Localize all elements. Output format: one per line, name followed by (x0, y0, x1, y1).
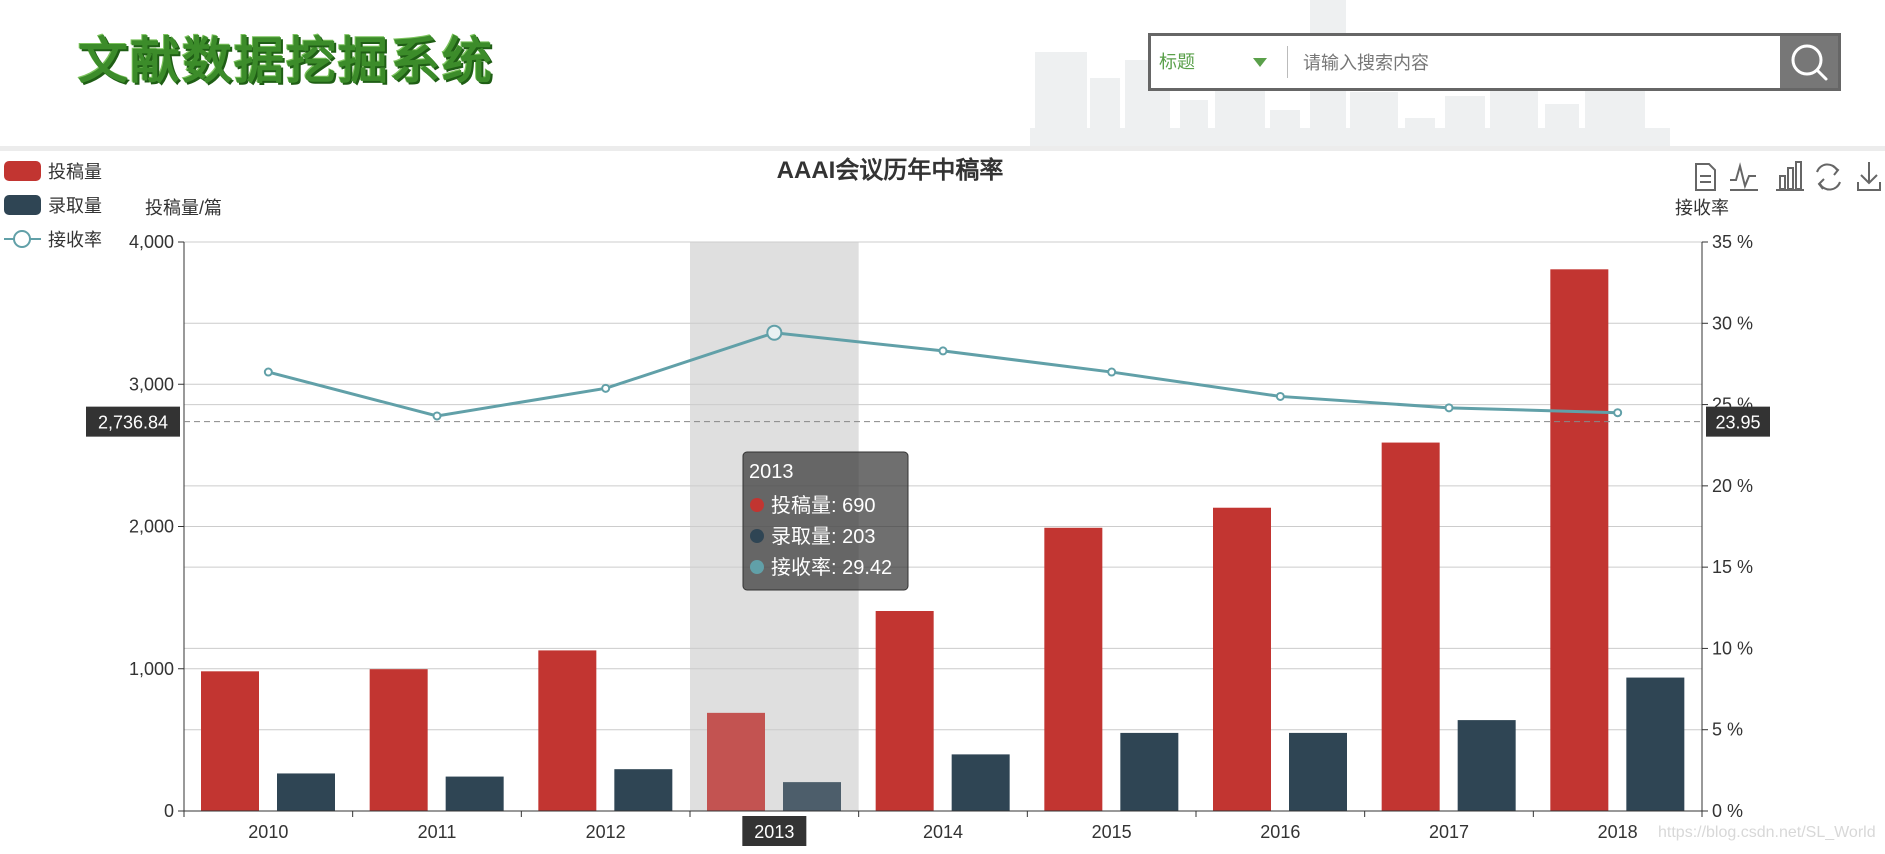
tooltip-row-submissions: 投稿量: 690 (771, 494, 875, 517)
y-right-pointer-label: 23.95 (1715, 413, 1760, 433)
tooltip-marker-submissions (750, 498, 764, 512)
y-right-tick-label: 10 % (1712, 638, 1753, 658)
bar-submissions (875, 610, 934, 811)
x-tick-label: 2013 (754, 822, 794, 842)
y-right-tick-label: 20 % (1712, 476, 1753, 496)
tooltip-marker-accepted (750, 529, 764, 543)
search-button[interactable] (1780, 36, 1838, 88)
legend-label-submissions: 投稿量 (48, 162, 102, 182)
tooltip-marker-rate (750, 560, 764, 574)
point-rate (1275, 391, 1285, 401)
bar-submissions (538, 650, 597, 811)
header: 文献数据挖掘系统 标题 (0, 0, 1885, 148)
bar-accepted (277, 773, 335, 811)
y-right-tick-label: 35 % (1712, 232, 1753, 252)
bar-accepted (614, 769, 673, 811)
legend-item-accepted[interactable]: 录取量 (4, 195, 102, 216)
bar-chart-icon[interactable] (1776, 161, 1804, 191)
app-logo[interactable]: 文献数据挖掘系统 (78, 26, 494, 96)
bar-submissions (1550, 269, 1609, 811)
bar-accepted (1457, 720, 1516, 811)
bar-submissions (201, 671, 259, 811)
point-rate (432, 411, 442, 421)
search-input[interactable] (1301, 42, 1725, 84)
point-rate (1444, 403, 1454, 413)
bar-submissions (1381, 442, 1440, 811)
legend: 投稿量 录取量 接收率 (4, 161, 102, 250)
y-right-tick-label: 5 % (1712, 720, 1743, 740)
y-left-tick-label: 0 (164, 801, 174, 821)
y-left-tick-label: 1,000 (129, 659, 174, 679)
x-tick-label: 2015 (1092, 822, 1132, 842)
caret-down-icon[interactable] (1253, 58, 1267, 67)
search-field-select[interactable]: 标题 (1159, 36, 1195, 88)
legend-marker-rate (13, 230, 31, 248)
bar-accepted (1120, 732, 1179, 811)
legend-swatch-accepted (4, 195, 41, 215)
x-tick-label: 2012 (586, 822, 626, 842)
point-rate (601, 383, 611, 393)
point-rate (766, 324, 783, 341)
point-rate (938, 346, 948, 356)
y-left-tick-label: 4,000 (129, 232, 174, 252)
y-right-tick-label: 15 % (1712, 557, 1753, 577)
bar-accepted (1626, 677, 1685, 811)
bar-submissions (1213, 507, 1271, 811)
x-tick-label: 2011 (418, 822, 457, 842)
tooltip-row-accepted: 录取量: 203 (771, 526, 875, 548)
search-bar: 标题 (1148, 33, 1841, 91)
bar-submissions (707, 712, 765, 811)
line-chart-icon[interactable] (1730, 162, 1758, 191)
x-tick-label: 2010 (248, 822, 288, 842)
y-left-tick-label: 3,000 (129, 374, 174, 394)
bar-accepted (445, 776, 504, 811)
x-tick-label: 2017 (1429, 822, 1469, 842)
bar-submissions (369, 669, 428, 811)
tooltip-row-rate: 接收率: 29.42 (771, 556, 892, 579)
legend-swatch-submissions (4, 161, 41, 181)
chart-title: AAAI会议历年中稿率 (777, 156, 1004, 184)
toolbox (1695, 161, 1881, 191)
bar-accepted (1289, 732, 1347, 811)
search-divider (1287, 46, 1288, 78)
bar-submissions (1044, 527, 1103, 811)
data-view-icon[interactable] (1695, 163, 1716, 191)
bar-accepted (783, 782, 841, 811)
line-rate (267, 331, 1618, 418)
x-tick-label: 2018 (1598, 822, 1638, 842)
tooltip-title: 2013 (749, 461, 794, 483)
x-tick-label: 2014 (923, 822, 963, 842)
legend-item-submissions[interactable]: 投稿量 (4, 161, 102, 182)
y-right-axis-label: 接收率 (1675, 198, 1729, 218)
y-right-tick-label: 30 % (1712, 313, 1753, 333)
legend-label-rate: 接收率 (48, 230, 102, 250)
tooltip: 2013 投稿量: 690 录取量: 203 接收率: 29.42 (742, 451, 909, 591)
watermark: https://blog.csdn.net/SL_World (1658, 824, 1876, 841)
x-tick-label: 2016 (1260, 822, 1300, 842)
download-icon[interactable] (1857, 162, 1881, 191)
y-left-tick-label: 2,000 (129, 517, 174, 537)
search-icon (1791, 44, 1828, 81)
point-rate (1107, 367, 1117, 377)
chart: 0 1,000 2,000 3,000 4,000 0 % 5 % 10 % 15 % 20 % 2… (4, 156, 1881, 846)
y-left-axis-label: 投稿量/篇 (145, 198, 222, 218)
point-rate (263, 367, 273, 377)
legend-label-accepted: 录取量 (48, 196, 102, 216)
y-left-pointer-label: 2,736.84 (98, 413, 168, 433)
bar-accepted (951, 754, 1010, 811)
legend-item-rate[interactable]: 接收率 (4, 230, 102, 250)
restore-icon[interactable] (1816, 163, 1841, 191)
point-rate (1613, 408, 1623, 418)
y-right-tick-label: 0 % (1712, 801, 1743, 821)
